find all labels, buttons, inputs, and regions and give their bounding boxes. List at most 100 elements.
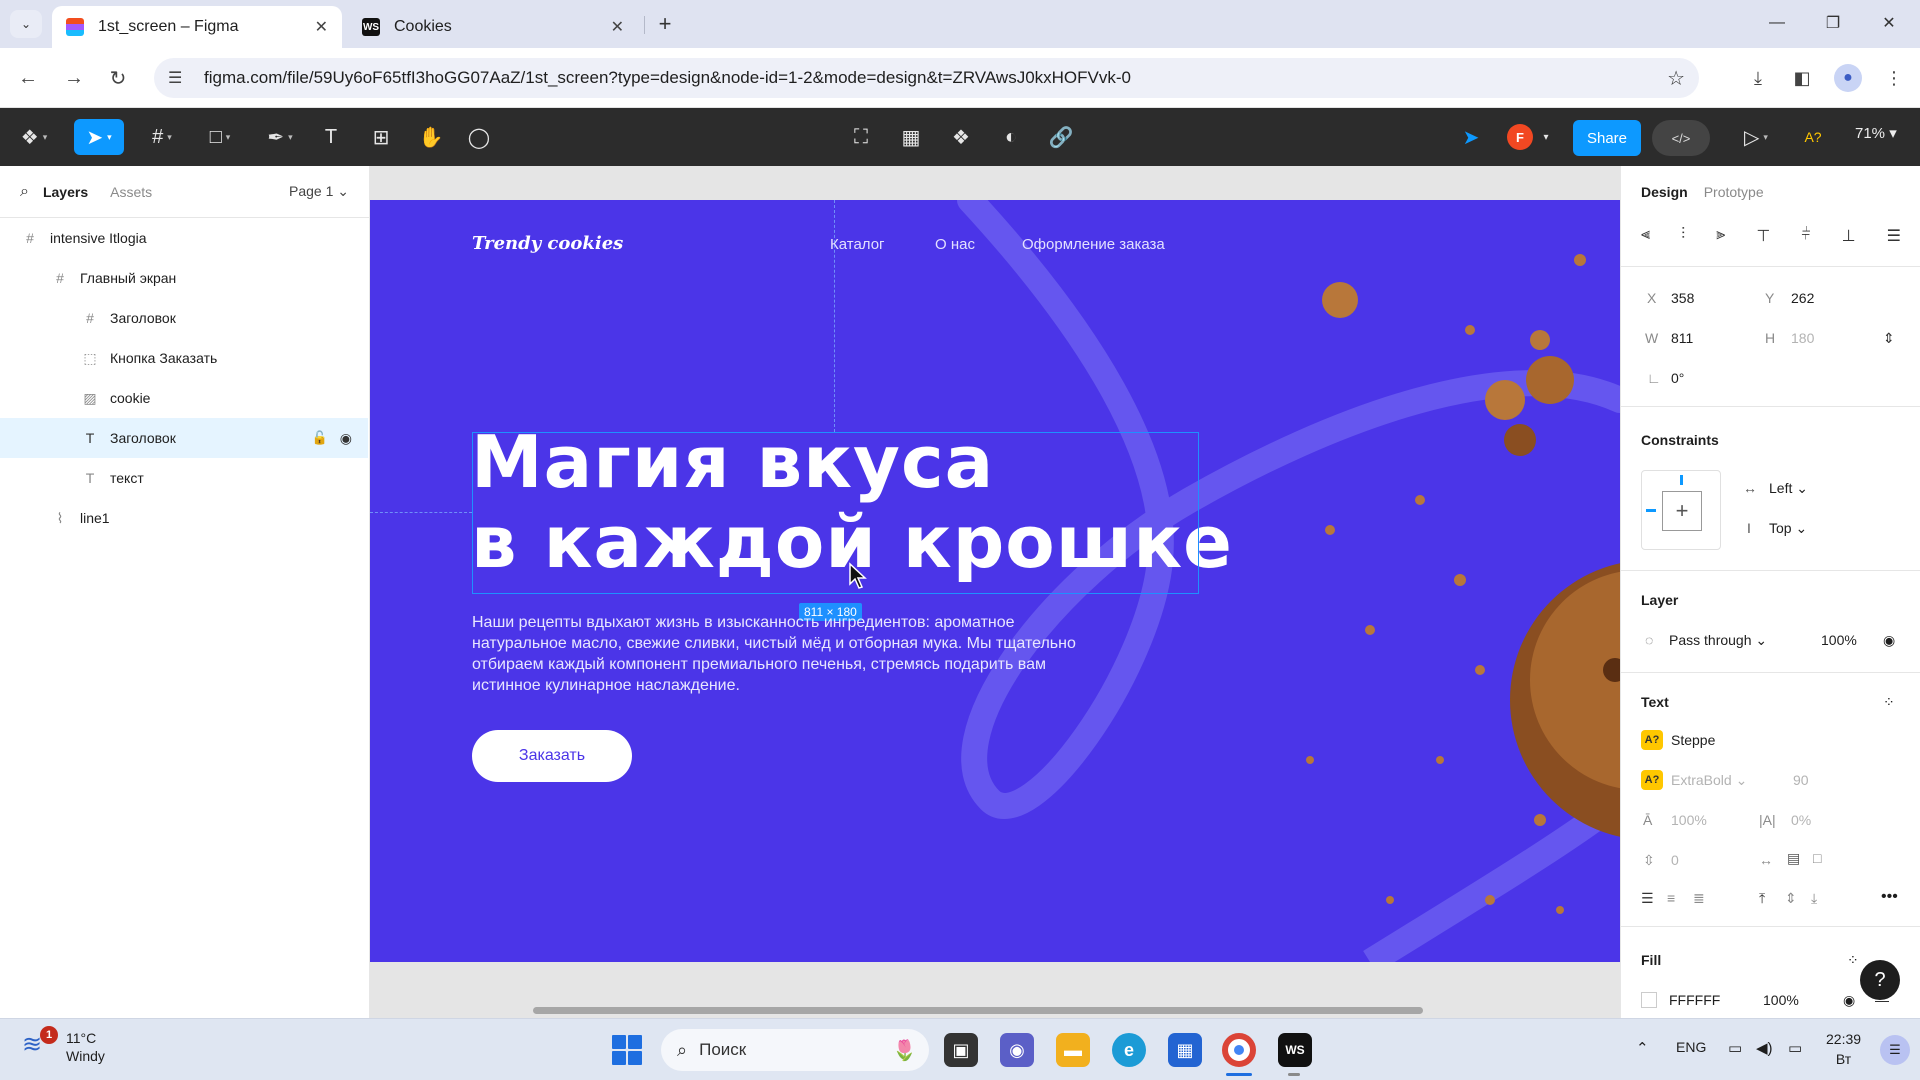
side-panel-icon[interactable]: ◧ [1786, 62, 1818, 94]
close-tab-icon[interactable]: ✕ [611, 17, 624, 37]
font-size-field[interactable]: 90 [1793, 772, 1809, 788]
figma-menu-icon[interactable]: ❖ ▾ [14, 119, 54, 155]
align-center-h-icon[interactable]: ⫶ [1681, 226, 1685, 246]
eye-icon[interactable]: ◉ [1883, 632, 1895, 649]
chevron-down-icon[interactable]: ▾ [1538, 119, 1554, 155]
nav-link-catalog[interactable]: Каталог [830, 236, 885, 253]
close-tab-icon[interactable]: ✕ [315, 17, 328, 37]
url-bar[interactable]: ☰ figma.com/file/59Uy6oF65tfI3hoGG07AaZ/… [154, 58, 1699, 98]
text-align-right-icon[interactable]: ≣ [1693, 890, 1705, 907]
frame-selection-icon[interactable]: ⛶ [846, 119, 876, 155]
new-tab-button[interactable]: + [650, 10, 680, 38]
back-button[interactable]: ← [12, 62, 44, 94]
notification-center-icon[interactable]: ☰ [1880, 1035, 1910, 1065]
align-middle-icon[interactable]: ⇕ [1785, 890, 1797, 907]
auto-layout-icon[interactable]: ▦ [896, 119, 926, 155]
eye-icon[interactable]: ◉ [340, 430, 352, 447]
blend-mode-select[interactable]: Pass through ⌄ [1669, 632, 1767, 649]
restore-button[interactable]: ❐ [1810, 8, 1856, 38]
zoom-level[interactable]: 71% ▾ [1855, 124, 1897, 142]
missing-font-icon[interactable]: A? [1798, 119, 1828, 155]
more-options-icon[interactable]: ••• [1881, 888, 1898, 906]
tab-cookies[interactable]: WS Cookies ✕ [348, 6, 638, 48]
page-selector[interactable]: Page 1 ⌄ [289, 183, 349, 200]
profile-avatar-icon[interactable]: ● [1834, 64, 1862, 92]
layer-row[interactable]: ▨ cookie [0, 378, 368, 418]
align-left-icon[interactable]: ⫷ [1641, 226, 1650, 246]
dev-mode-toggle[interactable]: </> [1652, 120, 1710, 156]
weather-widget[interactable]: ≋ 1 11°C Windy [22, 1026, 105, 1065]
constraint-horizontal-select[interactable]: Left ⌄ [1769, 480, 1808, 497]
microsoft-store-icon[interactable]: ▦ [1168, 1033, 1202, 1067]
search-icon[interactable]: ⌕ [20, 183, 29, 201]
download-icon[interactable]: ⤓ [1742, 62, 1774, 94]
constrain-proportions-icon[interactable]: ⇕ [1883, 330, 1895, 347]
layer-row[interactable]: ⌇ line1 [0, 498, 368, 538]
fill-styles-icon[interactable]: ⁘ [1847, 952, 1859, 969]
main-screen-frame[interactable]: Trendy cookies Каталог О нас Оформление … [370, 200, 1620, 962]
help-button[interactable]: ? [1860, 960, 1900, 1000]
align-middle-icon[interactable]: ⫩ [1801, 226, 1810, 246]
play-icon[interactable]: ▷ ▾ [1736, 119, 1776, 155]
webstorm-icon[interactable]: WS [1278, 1033, 1312, 1067]
taskbar-search[interactable]: ⌕ Поиск 🌷 [661, 1029, 929, 1071]
share-button[interactable]: Share [1573, 120, 1641, 156]
nav-link-about[interactable]: О нас [935, 236, 975, 253]
align-bottom-icon[interactable]: ⊥ [1842, 226, 1856, 246]
text-styles-icon[interactable]: ⁘ [1883, 694, 1895, 711]
edge-browser-icon[interactable]: e [1112, 1033, 1146, 1067]
browser-menu-icon[interactable]: ⋮ [1878, 62, 1910, 94]
layer-row[interactable]: # Заголовок [0, 298, 368, 338]
move-tool-icon[interactable]: ➤ ▾ [74, 119, 124, 155]
teams-chat-icon[interactable]: ◉ [1000, 1033, 1034, 1067]
fill-hex-field[interactable]: FFFFFF [1669, 992, 1720, 1008]
volume-icon[interactable]: ◀) [1756, 1039, 1773, 1057]
site-settings-icon[interactable]: ☰ [168, 68, 190, 88]
reload-button[interactable]: ↻ [102, 62, 134, 94]
h-field[interactable]: 180 [1791, 330, 1814, 346]
tab-prototype[interactable]: Prototype [1704, 184, 1764, 200]
tab-design[interactable]: Design [1641, 184, 1688, 200]
order-button[interactable]: Заказать [472, 730, 632, 782]
close-window-button[interactable]: ✕ [1866, 8, 1912, 38]
input-language[interactable]: ENG [1676, 1039, 1706, 1055]
nav-link-order[interactable]: Оформление заказа [1022, 236, 1165, 253]
align-top-icon[interactable]: ⤒ [1759, 890, 1765, 907]
tab-figma[interactable]: 1st_screen – Figma ✕ [52, 6, 342, 48]
windows-start-icon[interactable] [612, 1035, 642, 1065]
mask-icon[interactable]: ◐ [996, 119, 1026, 155]
rotation-field[interactable]: 0° [1671, 370, 1684, 386]
distribute-icon[interactable]: ☰ [1887, 226, 1901, 246]
selection-bounding-box[interactable] [472, 432, 1199, 594]
network-icon[interactable]: ▭ [1728, 1039, 1742, 1057]
bookmark-star-icon[interactable]: ☆ [1667, 66, 1685, 91]
layer-row[interactable]: # Главный экран [0, 258, 368, 298]
fill-color-swatch[interactable] [1641, 992, 1657, 1008]
fixed-size-icon[interactable]: □ [1813, 850, 1821, 866]
fill-opacity-field[interactable]: 100% [1763, 992, 1799, 1008]
text-align-left-icon[interactable]: ☰ [1641, 890, 1654, 907]
w-field[interactable]: 811 [1671, 330, 1693, 346]
system-clock[interactable]: 22:39 Вт [1826, 1029, 1861, 1069]
present-cursor-icon[interactable]: ➤ [1456, 119, 1486, 155]
user-avatar[interactable]: F [1507, 124, 1533, 150]
font-weight-select[interactable]: ExtraBold ⌄ [1671, 772, 1747, 789]
layer-opacity-field[interactable]: 100% [1821, 632, 1857, 648]
tab-search-button[interactable]: ⌄ [10, 10, 42, 38]
eye-icon[interactable]: ◉ [1843, 992, 1855, 1009]
horizontal-scrollbar[interactable] [533, 1007, 1423, 1014]
constraints-widget[interactable]: + [1641, 470, 1721, 550]
layer-row[interactable]: # intensive Itlogia [0, 218, 368, 258]
lock-icon[interactable]: 🔓 [312, 430, 328, 446]
task-view-icon[interactable]: ▣ [944, 1033, 978, 1067]
line-height-field[interactable]: 100% [1671, 812, 1707, 828]
design-canvas[interactable]: Trendy cookies Каталог О нас Оформление … [370, 166, 1620, 1018]
auto-width-icon[interactable]: ↔ [1759, 852, 1773, 868]
align-right-icon[interactable]: ⫸ [1716, 226, 1725, 246]
constraint-vertical-select[interactable]: Top ⌄ [1769, 520, 1807, 537]
layer-row-selected[interactable]: T Заголовок 🔓 ◉ [0, 418, 368, 458]
align-top-icon[interactable]: ⊤ [1756, 226, 1770, 246]
auto-height-icon[interactable]: ▤ [1787, 850, 1800, 867]
x-field[interactable]: 358 [1671, 290, 1694, 306]
link-icon[interactable]: 🔗 [1046, 119, 1076, 155]
